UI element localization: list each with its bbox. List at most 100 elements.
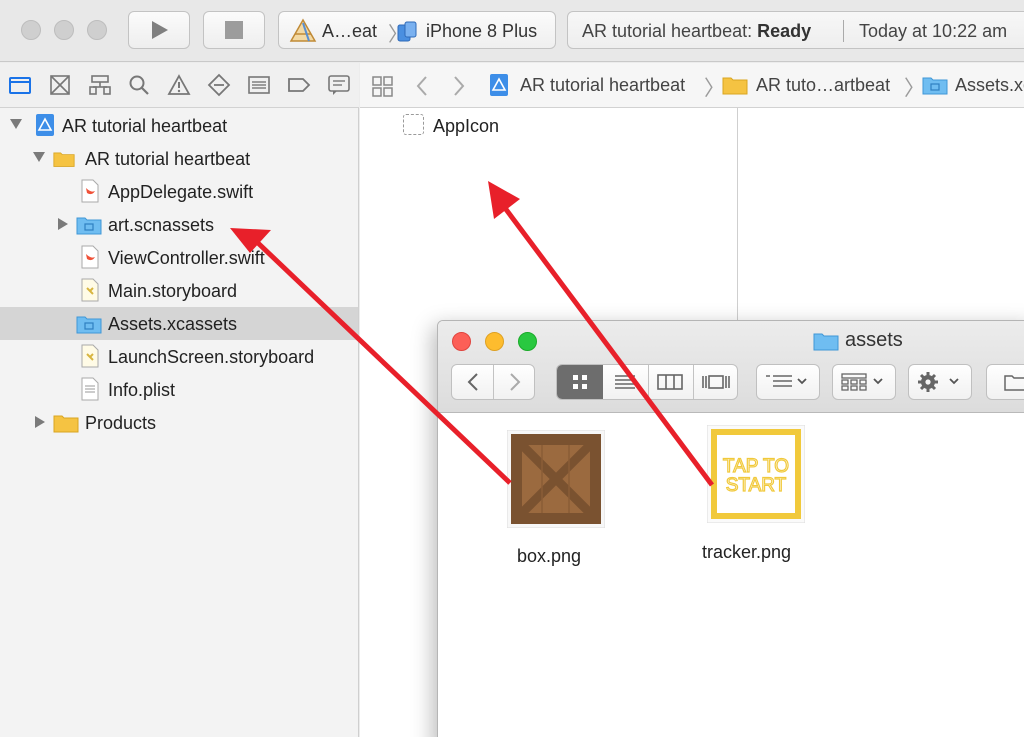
tree-item-label: Main.storyboard bbox=[108, 281, 238, 301]
forward-arrow-icon[interactable] bbox=[508, 372, 522, 392]
tree-item-label: ViewController.swift bbox=[108, 248, 265, 268]
status-project: AR tutorial heartbeat: bbox=[582, 21, 753, 41]
arrange-icon bbox=[766, 375, 807, 387]
play-icon bbox=[152, 21, 168, 39]
breakpoint-navigator-icon[interactable] bbox=[287, 73, 311, 97]
project-navigator: AR tutorial heartbeat AR tutorial heartb… bbox=[0, 108, 359, 737]
asset-item-appicon[interactable]: AppIcon bbox=[433, 116, 499, 137]
folder-icon bbox=[53, 415, 79, 433]
tree-item-file[interactable]: ViewController.swift bbox=[0, 241, 358, 274]
segment-divider bbox=[648, 365, 649, 399]
breadcrumb-group[interactable]: AR tuto…artbeat bbox=[756, 75, 890, 96]
plist-file-icon bbox=[81, 377, 99, 401]
editor-divider[interactable] bbox=[737, 108, 738, 323]
scheme-selector[interactable]: A…eat 〉 iPhone 8 Plus bbox=[278, 11, 556, 49]
xcode-app-icon bbox=[289, 18, 317, 42]
folder-icon bbox=[53, 152, 75, 167]
blue-folder-icon bbox=[76, 217, 102, 235]
report-navigator-icon[interactable] bbox=[327, 73, 351, 97]
symbol-navigator-icon[interactable] bbox=[88, 73, 112, 97]
tree-item-file[interactable]: Info.plist bbox=[0, 373, 358, 406]
tree-item-file[interactable]: LaunchScreen.storyboard bbox=[0, 340, 358, 373]
run-button[interactable] bbox=[128, 11, 190, 49]
tree-item-label: Info.plist bbox=[108, 380, 176, 400]
back-arrow-icon[interactable] bbox=[466, 372, 480, 392]
finder-window: assets box.png TAP TO START tracker.png bbox=[437, 320, 1024, 737]
share-button[interactable] bbox=[986, 364, 1024, 400]
navigator-tab-bar bbox=[0, 63, 359, 108]
test-navigator-icon[interactable] bbox=[207, 73, 231, 97]
tree-item-file[interactable]: Main.storyboard bbox=[0, 274, 358, 307]
scheme-name: A…eat bbox=[322, 21, 378, 41]
file-name-box[interactable]: box.png bbox=[517, 546, 581, 567]
list-view-icon[interactable] bbox=[614, 373, 636, 391]
project-navigator-icon[interactable] bbox=[8, 73, 32, 97]
back-arrow-icon[interactable] bbox=[415, 75, 429, 97]
jump-bar: AR tutorial heartbeat 〉 AR tuto…artbeat … bbox=[360, 63, 1024, 108]
tree-item-label: LaunchScreen.storyboard bbox=[108, 347, 315, 367]
status-message: AR tutorial heartbeat: Ready bbox=[582, 21, 811, 42]
tap-to-start-image[interactable]: TAP TO START bbox=[707, 425, 805, 523]
icon-view-icon[interactable] bbox=[571, 373, 589, 391]
xcode-project-icon bbox=[490, 74, 508, 96]
xcode-project-icon bbox=[36, 114, 54, 136]
disclosure-triangle-icon[interactable] bbox=[33, 152, 45, 162]
disclosure-triangle-icon[interactable] bbox=[35, 416, 45, 428]
tree-item-label: Assets.xcassets bbox=[108, 314, 238, 334]
tree-item-group[interactable]: Products bbox=[0, 406, 358, 439]
group-menu-button[interactable] bbox=[832, 364, 896, 400]
tree-item-label: art.scnassets bbox=[108, 215, 215, 235]
blue-folder-icon bbox=[922, 77, 948, 95]
source-control-navigator-icon[interactable] bbox=[48, 73, 72, 97]
warning-icon[interactable] bbox=[167, 73, 191, 97]
tree-item-file[interactable]: AppDelegate.swift bbox=[0, 175, 358, 208]
disclosure-triangle-icon[interactable] bbox=[58, 218, 68, 230]
swift-file-icon bbox=[81, 245, 99, 269]
close-window-button[interactable] bbox=[21, 20, 41, 40]
group-icon bbox=[841, 373, 883, 391]
tree-item-folder-selected[interactable]: Assets.xcassets bbox=[0, 307, 358, 340]
appicon-placeholder-icon bbox=[403, 114, 424, 135]
status-state: Ready bbox=[757, 21, 812, 41]
minimize-window-button[interactable] bbox=[54, 20, 74, 40]
finder-back-forward bbox=[451, 364, 535, 400]
finder-close-button[interactable] bbox=[452, 332, 471, 351]
folder-outline-icon bbox=[1004, 375, 1024, 391]
breadcrumb-project[interactable]: AR tutorial heartbeat bbox=[520, 75, 685, 96]
finder-zoom-button[interactable] bbox=[518, 332, 537, 351]
file-name-tracker[interactable]: tracker.png bbox=[702, 542, 791, 563]
tracker-text-line1: TAP TO bbox=[723, 456, 789, 477]
zoom-window-button[interactable] bbox=[87, 20, 107, 40]
tracker-text-line2: START bbox=[726, 475, 787, 496]
related-items-icon[interactable] bbox=[371, 75, 395, 97]
disclosure-triangle-icon[interactable] bbox=[10, 119, 22, 129]
swift-file-icon bbox=[81, 179, 99, 203]
breadcrumb-assets[interactable]: Assets.xca bbox=[955, 75, 1024, 96]
arrange-menu-button[interactable] bbox=[756, 364, 820, 400]
segment-divider bbox=[693, 365, 694, 399]
tree-item-folder[interactable]: art.scnassets bbox=[0, 208, 358, 241]
stop-button[interactable] bbox=[203, 11, 265, 49]
blue-folder-icon bbox=[76, 316, 102, 334]
finder-window-title: assets bbox=[845, 329, 903, 351]
finder-toolbar: assets bbox=[438, 321, 1024, 413]
gallery-view-icon[interactable] bbox=[701, 373, 731, 391]
status-time: Today at 10:22 am bbox=[859, 21, 1008, 41]
device-name: iPhone 8 Plus bbox=[426, 21, 538, 41]
stop-icon bbox=[225, 21, 243, 39]
tree-item-group[interactable]: AR tutorial heartbeat bbox=[0, 142, 358, 175]
segment-divider bbox=[493, 365, 494, 399]
tree-item-label: Products bbox=[85, 413, 157, 433]
search-icon[interactable] bbox=[127, 73, 151, 97]
tree-item-project[interactable]: AR tutorial heartbeat bbox=[0, 109, 358, 142]
finder-minimize-button[interactable] bbox=[485, 332, 504, 351]
wooden-crate-image[interactable] bbox=[507, 430, 605, 528]
device-icon bbox=[397, 21, 417, 42]
column-view-icon[interactable] bbox=[657, 373, 683, 391]
storyboard-file-icon bbox=[81, 344, 99, 368]
forward-arrow-icon[interactable] bbox=[452, 75, 466, 97]
xcode-toolbar: A…eat 〉 iPhone 8 Plus AR tutorial heartb… bbox=[0, 0, 1024, 62]
tree-item-label: AR tutorial heartbeat bbox=[62, 116, 228, 136]
debug-navigator-icon[interactable] bbox=[247, 73, 271, 97]
action-menu-button[interactable] bbox=[908, 364, 972, 400]
